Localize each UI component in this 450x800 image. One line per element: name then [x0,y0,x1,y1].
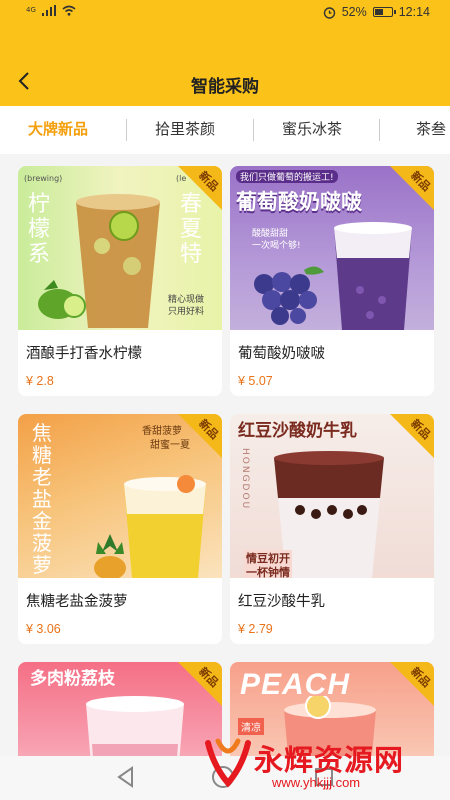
product-card[interactable]: 我们只做葡萄的搬运工! 葡萄酸奶啵啵 酸酸甜甜 一次喝个够! 新品 葡萄酸奶啵啵… [230,166,434,396]
image-text: 我们只做葡萄的搬运工! [236,170,338,183]
wifi-icon [62,5,76,16]
header-bar: 4G 52% 12:14 智能采购 [0,0,450,106]
product-card[interactable]: 红豆沙酸奶牛乳 HONGDOU 情豆初开 一杯钟情 新品 红豆沙酸牛乳 ¥ 2.… [230,414,434,644]
grape-bunch-icon [254,266,324,325]
tab-shili-chayan[interactable]: 拾里茶颜 [155,106,215,154]
clock: 12:14 [398,5,430,19]
product-card[interactable]: 焦糖老盐金菠萝 香甜菠萝 甜蜜一夏 新品 焦糖老盐金菠萝 ¥ 3.06 [18,414,222,644]
image-text: HONGDOU [240,448,250,511]
tab-mile-bingcha[interactable]: 蜜乐冰茶 [282,106,342,154]
image-text: 一次喝个够! [252,241,301,251]
product-card[interactable]: (brewing) (le 柠檬系 春夏特 精心现做 只用好料 新品 酒酿手打香… [18,166,222,396]
image-text: 清凉 [238,718,264,735]
image-text: 葡萄酸奶啵啵 [236,190,362,214]
product-price: ¥ 3.06 [26,622,61,636]
lime-icon [38,280,86,319]
watermark-title: 永辉资源网 [254,743,405,777]
product-name: 酒酿手打香水柠檬 [26,346,142,362]
alarm-icon [323,6,335,19]
tab-divider [253,119,254,141]
tab-divider [126,119,127,141]
battery-percent: 52% [341,5,367,19]
image-text: 焦糖老盐金菠萝 [32,421,52,577]
nav-back-icon[interactable] [116,766,136,788]
tab-chasan[interactable]: 茶叁 [416,106,446,154]
network-label: 4G [26,6,36,14]
watermark: 永辉资源网 www.yhkjjj.com [204,735,434,795]
image-text: 香甜菠萝 [142,426,182,437]
battery-icon [372,7,396,17]
category-tabs: 大牌新品 拾里茶颜 蜜乐冰茶 茶叁 [0,106,450,154]
image-text: 一杯钟情 [244,564,292,578]
watermark-logo-icon [205,738,251,788]
image-text: 只用好料 [168,307,205,317]
pineapple-icon [94,534,126,578]
watermark-url: www.yhkjjj.com [272,775,361,790]
product-price: ¥ 2.79 [238,622,273,636]
product-name: 红豆沙酸牛乳 [238,594,325,610]
product-price: ¥ 5.07 [238,374,273,388]
product-name: 葡萄酸奶啵啵 [238,346,325,362]
product-price: ¥ 2.8 [26,374,54,388]
tab-dapai-xinpin[interactable]: 大牌新品 [28,106,88,154]
grape-yogurt-cup-icon [334,222,412,330]
page-title: 智能采购 [191,77,259,97]
image-text: (brewing) [24,174,63,183]
status-bar: 4G 52% 12:14 [0,0,450,26]
signal-icon [41,5,56,16]
image-text: 多肉粉荔枝 [30,669,115,689]
tab-divider [379,119,380,141]
image-text: 红豆沙酸奶牛乳 [238,421,357,441]
image-text: 柠檬系 [28,192,51,267]
product-name: 焦糖老盐金菠萝 [26,594,128,610]
